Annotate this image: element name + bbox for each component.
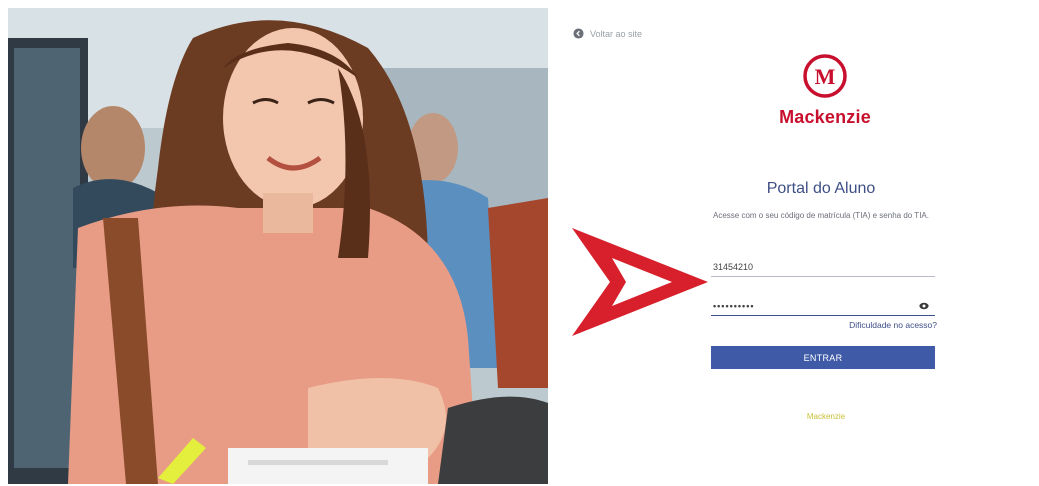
access-difficulty-link[interactable]: Dificuldade no acesso? bbox=[817, 320, 937, 330]
show-password-eye-icon[interactable] bbox=[919, 302, 929, 310]
footer-mackenzie-mark: Mackenzie bbox=[806, 412, 846, 421]
password-input[interactable] bbox=[711, 296, 935, 316]
portal-title: Portal do Aluno bbox=[766, 180, 876, 197]
enter-button[interactable]: ENTRAR bbox=[711, 346, 935, 369]
portal-subtitle: Acesse com o seu código de matrícula (TI… bbox=[713, 211, 929, 220]
mackenzie-emblem-icon: M bbox=[803, 54, 847, 98]
red-arrow-pointer-icon bbox=[572, 228, 708, 336]
logo-name: Mackenzie bbox=[779, 107, 871, 127]
back-link-label: Voltar ao site bbox=[590, 28, 643, 39]
logo-letter: M bbox=[815, 64, 836, 89]
mackenzie-logo: M Mackenzie bbox=[770, 54, 880, 128]
hero-photo bbox=[8, 8, 548, 484]
back-to-site-link[interactable]: Voltar ao site bbox=[573, 28, 642, 39]
tia-input[interactable] bbox=[711, 257, 935, 277]
back-circle-icon bbox=[573, 28, 584, 39]
